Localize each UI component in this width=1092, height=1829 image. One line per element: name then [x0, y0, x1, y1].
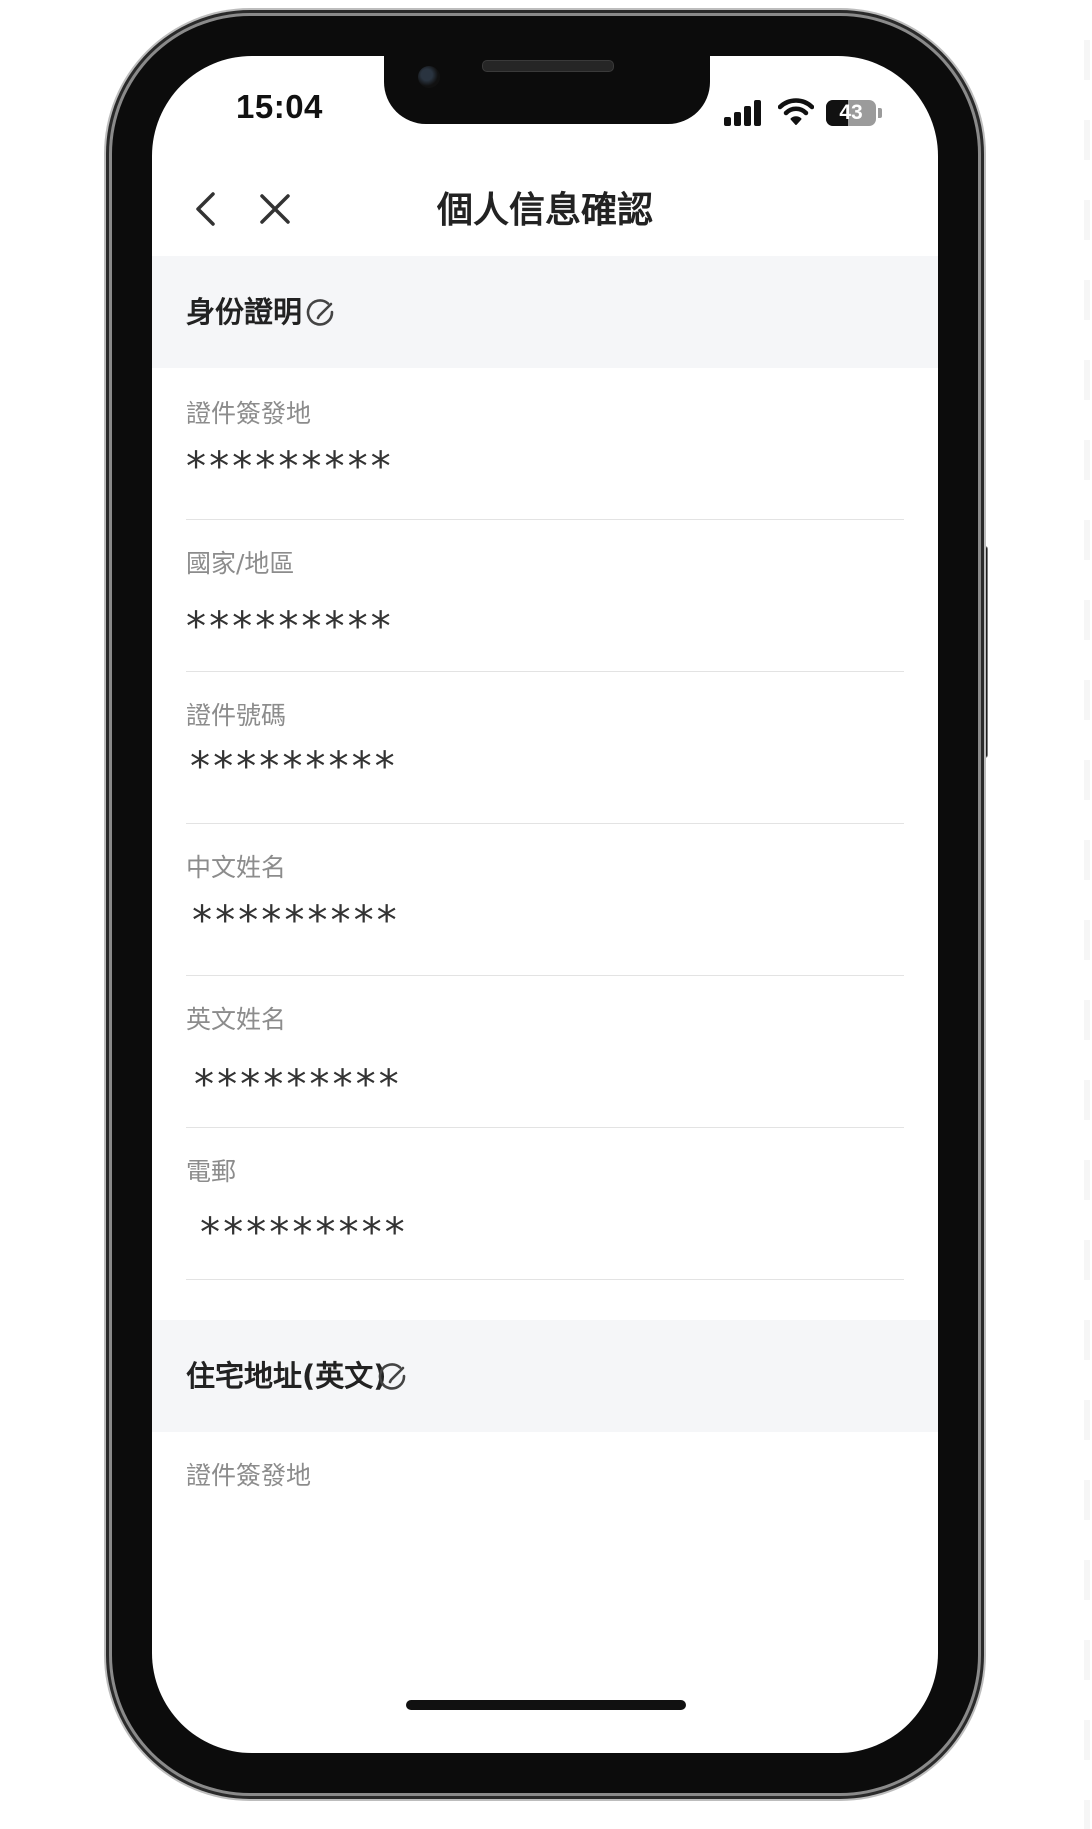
edge-marks	[1084, 0, 1090, 1829]
phone-frame: 15:04 43 個人信息確認 身份證明 證件簽發地 ********* 國家/…	[112, 16, 978, 1793]
battery-icon: 43	[826, 100, 876, 126]
section-title: 住宅地址(英文)	[186, 1359, 387, 1393]
field-value-masked: *********	[190, 898, 399, 944]
field-address-issue-place: 證件簽發地	[186, 1432, 904, 1552]
divider	[186, 1279, 904, 1280]
close-icon[interactable]	[252, 186, 298, 232]
field-label: 英文姓名	[186, 1005, 287, 1034]
field-value-masked: *********	[188, 744, 397, 790]
field-label: 證件簽發地	[186, 1461, 312, 1490]
field-value-masked: *********	[184, 444, 393, 490]
field-label: 證件號碼	[186, 701, 287, 730]
front-camera	[418, 66, 440, 88]
earpiece-speaker	[482, 60, 614, 72]
notch	[384, 56, 710, 124]
field-email: 電郵 *********	[186, 1128, 904, 1280]
field-country-region: 國家/地區 *********	[184, 520, 904, 672]
battery-percentage: 43	[839, 101, 863, 124]
section-header-identity: 身份證明	[152, 256, 938, 368]
field-value-masked: *********	[198, 1210, 407, 1256]
edit-icon[interactable]	[304, 296, 336, 328]
field-label: 中文姓名	[186, 853, 287, 882]
chevron-left-icon[interactable]	[184, 186, 230, 232]
field-value-masked: *********	[184, 604, 393, 650]
edit-icon[interactable]	[376, 1360, 408, 1392]
field-english-name: 英文姓名 *********	[186, 976, 904, 1128]
navigation-bar: 個人信息確認	[152, 166, 938, 256]
battery-tip	[878, 108, 882, 118]
field-id-number: 證件號碼 *********	[186, 672, 904, 824]
phone-screen: 15:04 43 個人信息確認 身份證明 證件簽發地 ********* 國家/…	[152, 56, 938, 1753]
section-header-residential-address: 住宅地址(英文)	[152, 1320, 938, 1432]
field-value-masked: *********	[192, 1062, 401, 1108]
status-time: 15:04	[236, 88, 323, 125]
wifi-icon	[778, 98, 814, 125]
field-chinese-name: 中文姓名 *********	[186, 824, 904, 976]
field-issue-place: 證件簽發地 *********	[184, 368, 904, 520]
field-label: 國家/地區	[186, 549, 295, 578]
field-label: 證件簽發地	[186, 399, 312, 428]
power-button	[978, 546, 988, 758]
screenshot-canvas: 15:04 43 個人信息確認 身份證明 證件簽發地 ********* 國家/…	[0, 0, 1092, 1829]
cellular-signal-icon	[724, 100, 764, 126]
field-label: 電郵	[186, 1157, 237, 1186]
home-indicator[interactable]	[406, 1700, 686, 1710]
section-title: 身份證明	[186, 295, 303, 329]
